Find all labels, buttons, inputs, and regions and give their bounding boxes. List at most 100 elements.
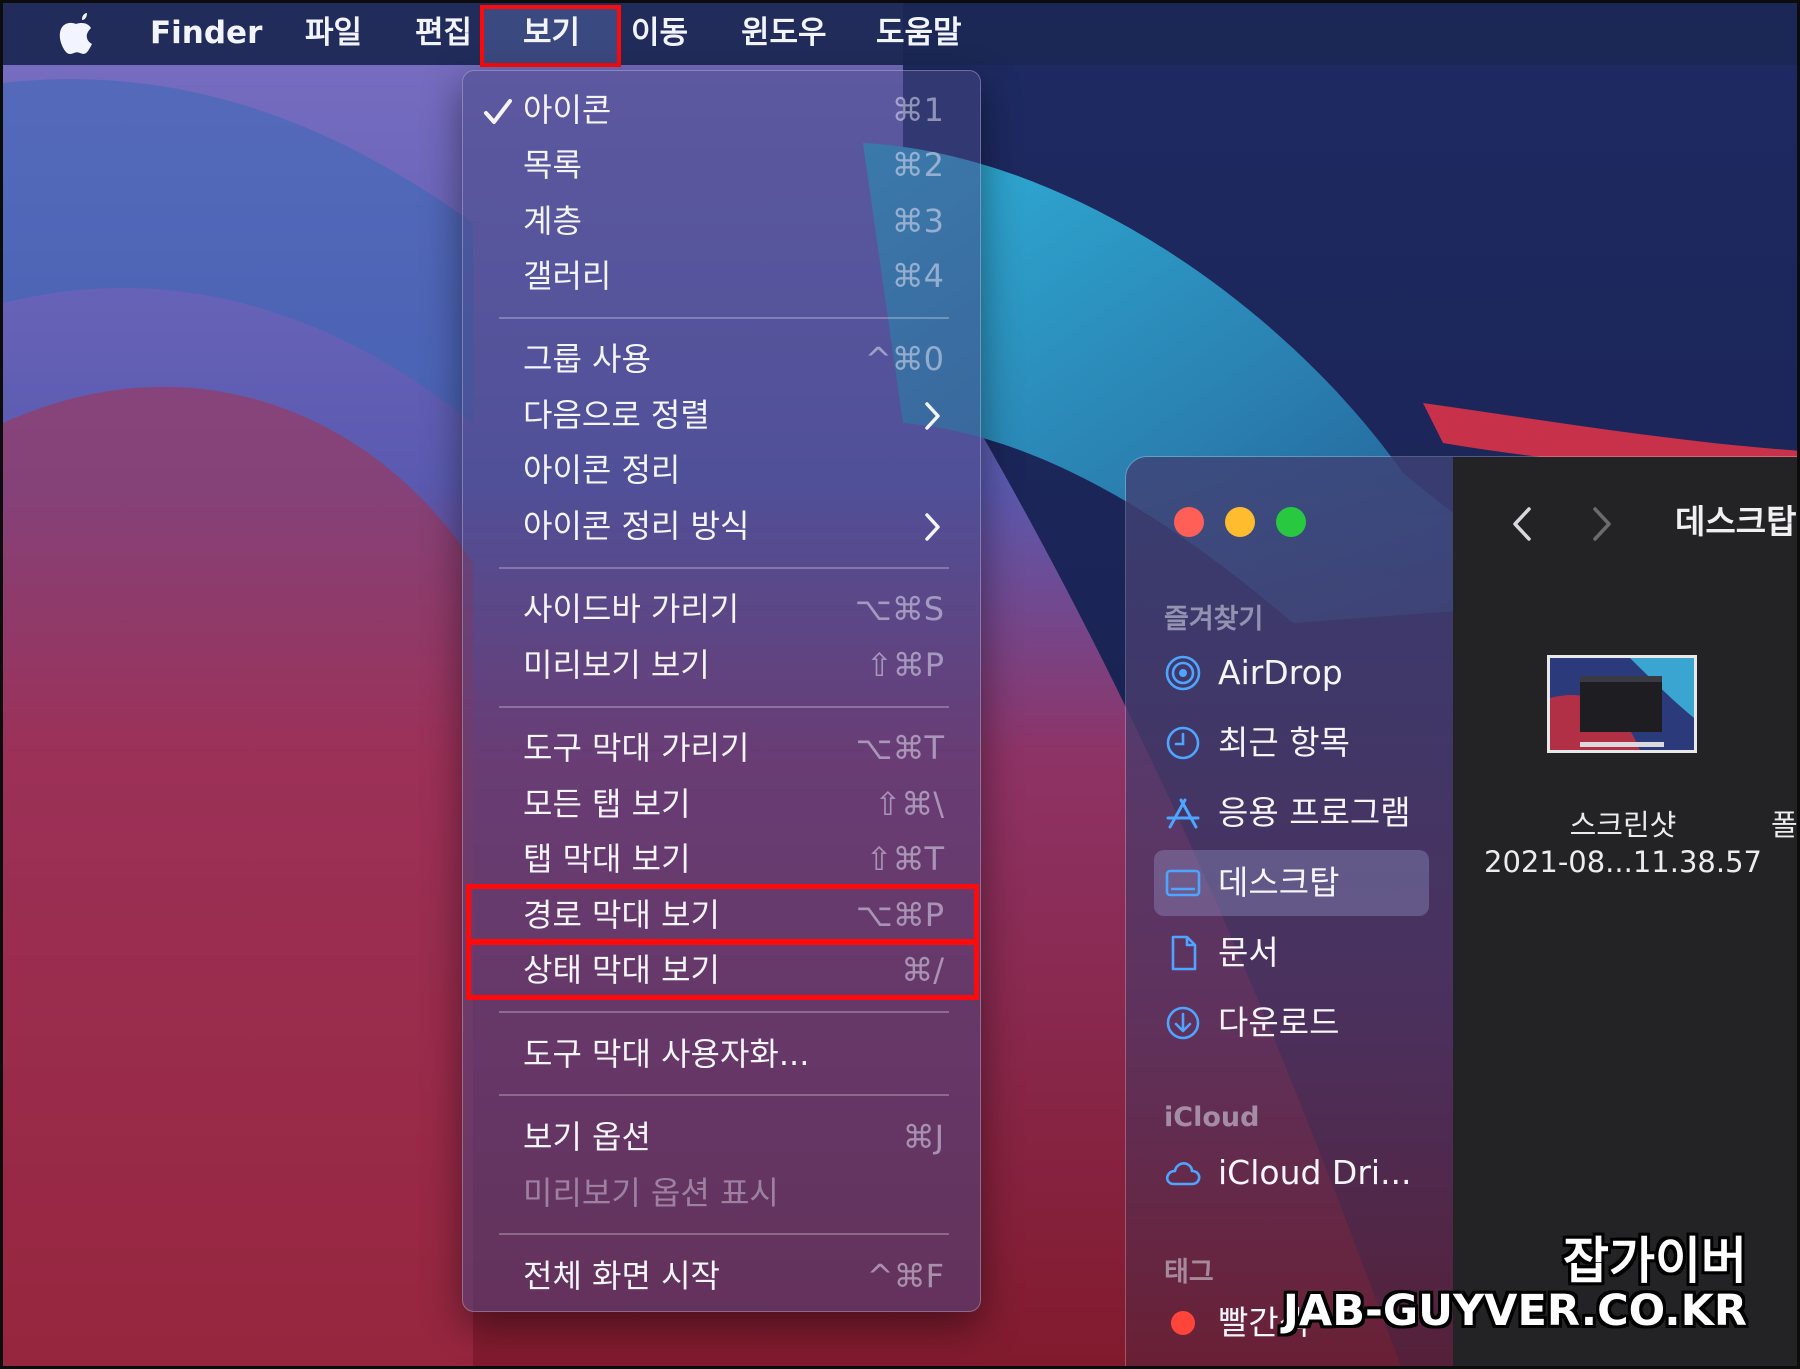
menu-item-shortcut: ⌘J [902, 1118, 944, 1156]
apps-icon [1166, 798, 1200, 829]
menu-item-shortcut: ^⌘0 [864, 340, 944, 378]
menu-separator [499, 1094, 949, 1096]
menu-item-label: 다음으로 정렬 [523, 396, 710, 434]
menu-separator [499, 1233, 949, 1235]
menu-item-shortcut: ⌘1 [891, 91, 944, 129]
menu-separator [499, 317, 949, 319]
watermark-url: JAB-GUYVER.CO.KR [1282, 1286, 1747, 1336]
menu-item-label: 전체 화면 시작 [523, 1257, 720, 1295]
menu-item-label: 계층 [523, 202, 582, 240]
sidebar-item-airdrop[interactable]: AirDrop [1154, 640, 1429, 706]
watermark-korean: 잡가이버 [1563, 1232, 1747, 1290]
sidebar-item-label: 응용 프로그램 [1218, 793, 1411, 832]
sidebar-item-label: AirDrop [1218, 653, 1343, 692]
menu-item-shortcut: ⌘4 [891, 257, 944, 295]
menu-item-shortcut: ^⌘F [866, 1257, 944, 1295]
menu-item-label: 그룹 사용 [523, 340, 651, 378]
sidebar-item-label: iCloud Dri... [1218, 1153, 1412, 1192]
close-window-button[interactable] [1174, 507, 1204, 537]
menu-bar: Finder 파일 편집 보기 이동 윈도우 도움말 [3, 3, 1797, 67]
menu-view[interactable]: 보기 [523, 3, 580, 65]
menu-item-show-preview[interactable]: 미리보기 보기 ⇧⌘P [463, 639, 982, 691]
sidebar-item-label: 문서 [1218, 933, 1279, 972]
back-button-icon[interactable] [1505, 501, 1541, 547]
apple-logo-icon[interactable] [58, 13, 94, 55]
menu-item-label: 모든 탭 보기 [523, 785, 691, 823]
menu-edit[interactable]: 편집 [415, 3, 472, 65]
menu-item-icons[interactable]: 아이콘 ⌘1 [463, 84, 982, 136]
sidebar-item-label: 데스크탑 [1218, 863, 1340, 902]
menu-item-label: 도구 막대 사용자화... [523, 1035, 810, 1073]
menu-item-clean-up[interactable]: 아이콘 정리 [463, 444, 982, 496]
menu-item-shortcut: ⇧⌘\ [874, 785, 944, 823]
screenshot-file-thumbnail[interactable] [1547, 655, 1697, 753]
chevron-right-icon [925, 402, 940, 430]
menu-item-sort-by[interactable]: 다음으로 정렬 [463, 389, 982, 441]
menu-item-hide-sidebar[interactable]: 사이드바 가리기 ⌥⌘S [463, 583, 982, 635]
document-icon [1171, 935, 1197, 971]
screenshot-frame: Finder 파일 편집 보기 이동 윈도우 도움말 아이콘 ⌘1 목록 ⌘2 … [0, 0, 1800, 1369]
menu-item-label: 보기 옵션 [523, 1118, 651, 1156]
menu-item-label: 미리보기 보기 [523, 646, 710, 684]
sidebar-header-tags: 태그 [1164, 1257, 1214, 1288]
menu-item-show-all-tabs[interactable]: 모든 탭 보기 ⇧⌘\ [463, 778, 982, 830]
sidebar-item-label: 최근 항목 [1218, 723, 1350, 762]
menu-separator [499, 1011, 949, 1013]
sidebar-item-label: 다운로드 [1218, 1003, 1340, 1042]
menu-finder[interactable]: Finder [150, 3, 262, 65]
forward-button-icon[interactable] [1583, 501, 1619, 547]
zoom-window-button[interactable] [1276, 507, 1306, 537]
chevron-right-icon [925, 513, 940, 541]
menu-item-label: 사이드바 가리기 [523, 590, 740, 628]
red-tag-dot-icon [1171, 1311, 1195, 1335]
menu-item-label: 목록 [523, 146, 582, 184]
file-name: 폴더 [1771, 808, 1798, 842]
minimize-window-button[interactable] [1225, 507, 1255, 537]
menu-item-preview-options: 미리보기 옵션 표시 [463, 1167, 982, 1219]
menu-item-gallery[interactable]: 갤러리 ⌘4 [463, 250, 982, 302]
checkmark-icon [484, 99, 512, 124]
menu-item-show-tab-bar[interactable]: 탭 막대 보기 ⇧⌘T [463, 833, 982, 885]
menu-item-label: 갤러리 [523, 257, 612, 295]
file-name: 스크린샷 [1569, 808, 1677, 842]
status-bar-highlight-box [466, 940, 979, 1000]
menu-item-label: 탭 막대 보기 [523, 840, 691, 878]
menu-item-hide-toolbar[interactable]: 도구 막대 가리기 ⌥⌘T [463, 722, 982, 774]
finder-sidebar: 즐겨찾기 AirDrop 최근 항목 응용 프로그램 데스크탑 문서 다운로드 … [1126, 457, 1453, 1366]
sidebar-item-downloads[interactable]: 다운로드 [1154, 990, 1429, 1056]
menu-item-label: 아이콘 정리 방식 [523, 507, 750, 545]
sidebar-item-icloud-drive[interactable]: iCloud Dri... [1154, 1140, 1429, 1206]
menu-item-label: 도구 막대 가리기 [523, 729, 750, 767]
airdrop-icon [1165, 655, 1201, 691]
menu-item-label: 아이콘 정리 [523, 451, 681, 489]
menu-item-shortcut: ⌥⌘T [855, 729, 944, 767]
sidebar-header-favorites: 즐겨찾기 [1164, 604, 1264, 635]
menu-item-use-groups[interactable]: 그룹 사용 ^⌘0 [463, 333, 982, 385]
menu-separator [499, 567, 949, 569]
menu-file[interactable]: 파일 [305, 3, 362, 65]
menu-item-columns[interactable]: 계층 ⌘3 [463, 195, 982, 247]
menu-item-view-options[interactable]: 보기 옵션 ⌘J [463, 1111, 982, 1163]
sidebar-item-documents[interactable]: 문서 [1154, 920, 1429, 986]
menu-window[interactable]: 윈도우 [741, 3, 827, 65]
menu-item-shortcut: ⇧⌘P [865, 646, 944, 684]
menu-item-shortcut: ⌘2 [891, 146, 944, 184]
menu-item-enter-full-screen[interactable]: 전체 화면 시작 ^⌘F [463, 1250, 982, 1302]
desktop-icon [1165, 869, 1201, 897]
sidebar-item-applications[interactable]: 응용 프로그램 [1154, 780, 1429, 846]
menu-separator [499, 706, 949, 708]
menu-item-clean-up-by[interactable]: 아이콘 정리 방식 [463, 500, 982, 552]
menu-go[interactable]: 이동 [631, 3, 688, 65]
view-dropdown-menu: 아이콘 ⌘1 목록 ⌘2 계층 ⌘3 갤러리 ⌘4 그룹 사용 ^⌘0 다음으로… [462, 70, 981, 1312]
sidebar-item-desktop[interactable]: 데스크탑 [1154, 850, 1429, 916]
clock-icon [1166, 726, 1200, 760]
menu-item-shortcut: ⇧⌘T [865, 840, 944, 878]
menu-item-customize-toolbar[interactable]: 도구 막대 사용자화... [463, 1028, 982, 1080]
menu-item-shortcut: ⌥⌘S [854, 590, 944, 628]
menu-item-label: 미리보기 옵션 표시 [523, 1174, 779, 1212]
menu-item-shortcut: ⌘3 [891, 202, 944, 240]
sidebar-item-recents[interactable]: 최근 항목 [1154, 710, 1429, 776]
menu-help[interactable]: 도움말 [876, 3, 962, 65]
menu-item-list[interactable]: 목록 ⌘2 [463, 139, 982, 191]
cloud-icon [1165, 1162, 1201, 1186]
